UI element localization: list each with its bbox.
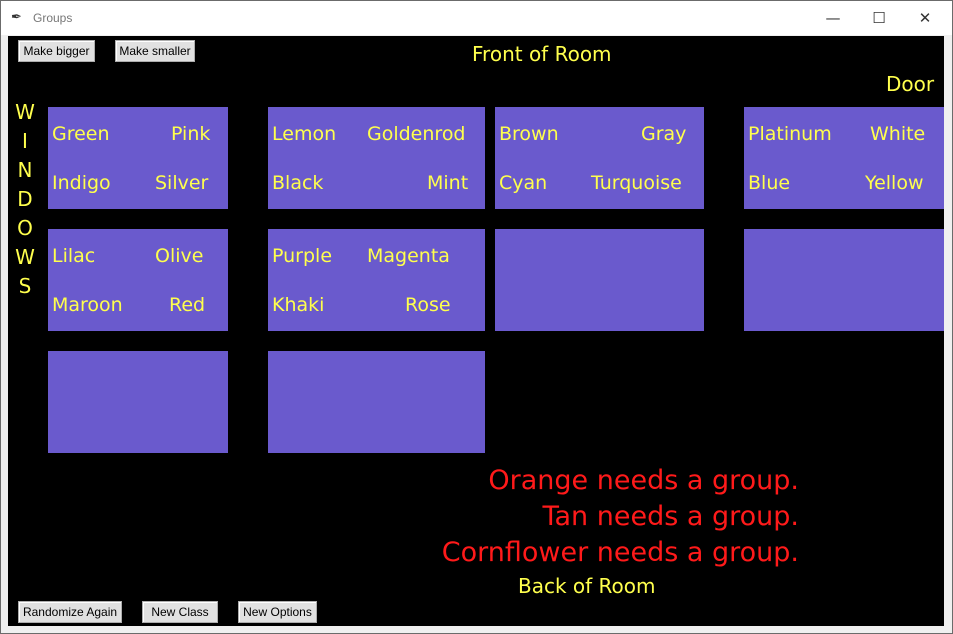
- ungrouped-message: Cornflower needs a group.: [441, 537, 799, 568]
- student-name: Goldenrod: [367, 123, 466, 145]
- title-bar[interactable]: ✒ Groups — ☐ ✕: [1, 1, 952, 35]
- windows-letter: W: [15, 100, 35, 124]
- door-label: Door: [886, 72, 935, 96]
- student-name: Platinum: [748, 123, 832, 145]
- student-name: Brown: [499, 123, 559, 145]
- new-class-button[interactable]: New Class: [142, 601, 218, 623]
- app-window: ✒ Groups — ☐ ✕ Make bigger Make smaller …: [0, 0, 953, 634]
- windows-letter: S: [18, 274, 32, 298]
- student-name: Red: [169, 294, 206, 316]
- student-name: Silver: [155, 172, 209, 194]
- student-name: Maroon: [52, 294, 123, 316]
- student-name: Gray: [641, 123, 687, 145]
- ungrouped-message: Orange needs a group.: [488, 465, 799, 496]
- group-table: Platinum White Blue Yellow: [744, 107, 944, 209]
- group-table: [268, 351, 485, 453]
- student-name: Yellow: [865, 172, 924, 194]
- student-name: Magenta: [367, 245, 450, 267]
- student-name: Rose: [405, 294, 451, 316]
- group-table: Lilac Olive Maroon Red: [48, 229, 228, 331]
- student-name: Lemon: [272, 123, 337, 145]
- windows-letter: O: [17, 216, 33, 240]
- student-name: Black: [272, 172, 324, 194]
- randomize-again-button[interactable]: Randomize Again: [18, 601, 122, 623]
- student-name: Blue: [748, 172, 791, 194]
- feather-icon: ✒: [11, 10, 22, 25]
- group-table: [48, 351, 228, 453]
- student-name: Purple: [272, 245, 333, 267]
- windows-letter: I: [22, 129, 28, 153]
- group-table: [495, 229, 704, 331]
- maximize-button[interactable]: ☐: [856, 1, 902, 34]
- student-name: Lilac: [52, 245, 96, 267]
- make-bigger-button[interactable]: Make bigger: [18, 40, 95, 62]
- group-table: Green Pink Indigo Silver: [48, 107, 228, 209]
- back-of-room-label: Back of Room: [518, 574, 656, 598]
- group-table: Lemon Goldenrod Black Mint: [268, 107, 485, 209]
- student-name: White: [870, 123, 926, 145]
- group-table: Brown Gray Cyan Turquoise: [495, 107, 704, 209]
- make-smaller-button[interactable]: Make smaller: [115, 40, 195, 62]
- student-name: Khaki: [272, 294, 325, 316]
- window-title: Groups: [33, 11, 73, 25]
- windows-letter: N: [17, 158, 33, 182]
- student-name: Olive: [155, 245, 204, 267]
- front-of-room-label: Front of Room: [472, 42, 612, 66]
- student-name: Turquoise: [591, 172, 682, 194]
- new-options-button[interactable]: New Options: [238, 601, 317, 623]
- group-table: Purple Magenta Khaki Rose: [268, 229, 485, 331]
- student-name: Pink: [171, 123, 211, 145]
- windows-letter: W: [15, 245, 35, 269]
- student-name: Green: [52, 123, 110, 145]
- close-button[interactable]: ✕: [902, 1, 948, 34]
- room-canvas: Make bigger Make smaller Front of Room D…: [8, 36, 944, 626]
- minimize-button[interactable]: —: [810, 1, 856, 34]
- student-name: Mint: [427, 172, 469, 194]
- group-table: [744, 229, 944, 331]
- student-name: Indigo: [52, 172, 111, 194]
- student-name: Cyan: [499, 172, 548, 194]
- windows-letter: D: [17, 187, 33, 211]
- ungrouped-message: Tan needs a group.: [542, 501, 799, 532]
